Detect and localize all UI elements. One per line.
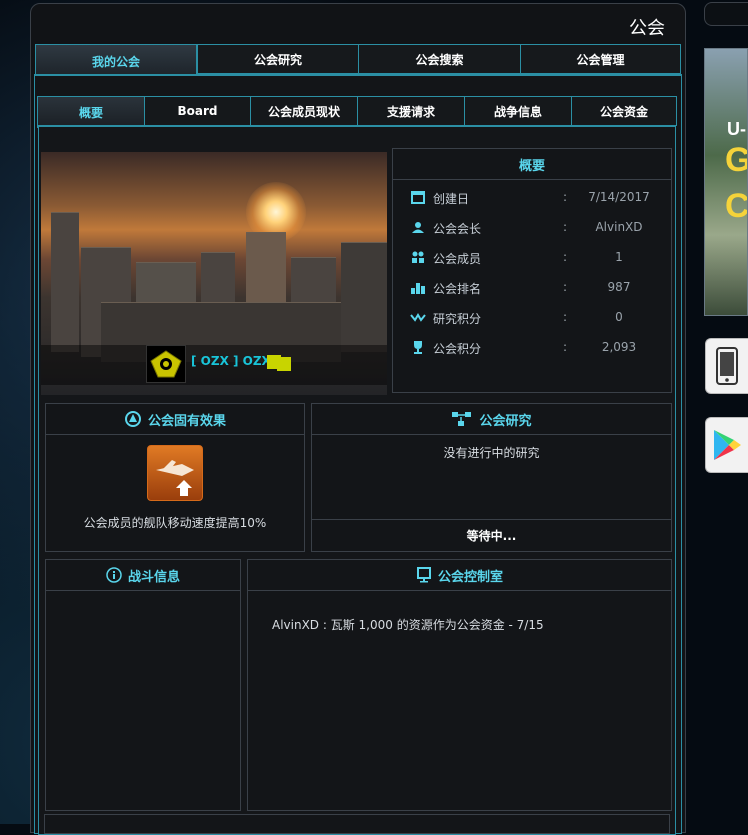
overview-value: 7/14/2017 [588,190,650,204]
overview-value: AlvinXD [595,220,643,234]
calendar-icon [411,191,425,204]
overview-label: 公会排名 [433,282,482,296]
trophy-icon [414,341,422,354]
battle-info-title: 战斗信息 [127,569,180,585]
tab-member-status[interactable]: 公会成员现状 [250,96,358,126]
window-title: 公会 [629,18,665,39]
overview-label: 公会成员 [433,252,482,266]
overview-panel: 概要 创建日 : 7/14/2017 公会会长 : AlvinXD 公会成员 :… [392,148,672,393]
building [341,242,387,352]
control-room-title: 公会控制室 [437,569,503,585]
monitor-icon [416,567,431,583]
tab-guild-funds[interactable]: 公会资金 [571,96,677,126]
guild-research-title: 公会研究 [479,413,532,429]
overview-label: 研究积分 [433,312,482,326]
info-icon [106,567,122,583]
guild-research-header: 公会研究 [312,404,671,435]
banner-text: C [725,187,748,225]
guild-emblem-icon [146,345,186,383]
overview-label: 创建日 [433,192,470,206]
overview-row-guild-points: 公会积分 : 2,093 [393,332,675,362]
overview-separator: : [563,340,568,354]
right-sidebar: U- G C [700,0,748,824]
overview-label: 公会会长 [433,222,482,236]
control-room-panel: 公会控制室 AlvinXD : 瓦斯 1,000 的资源作为公会资金 - 7/1… [247,559,672,811]
google-play-button[interactable] [705,417,748,473]
overview-separator: : [563,280,568,294]
overview-value: 0 [615,310,623,324]
leader-icon [412,222,424,233]
tab-war-info[interactable]: 战争信息 [464,96,572,126]
next-panel-edge [44,814,670,834]
top-tab-bar: 我的公会 公会研究 公会搜索 公会管理 [35,44,681,78]
guild-research-panel: 公会研究 没有进行中的研究 等待中... [311,403,672,552]
sub-tab-bar: 概要 Board 公会成员现状 支援请求 战争信息 公会资金 [37,96,677,128]
mobile-phone-icon [716,347,738,385]
members-icon [412,251,424,263]
research-waiting: 等待中... [312,519,671,551]
app-store-button[interactable] [705,338,748,394]
tab-guild-search[interactable]: 公会搜索 [358,44,521,74]
fleet-speed-boost-icon[interactable] [147,445,203,501]
effects-icon [124,411,141,427]
overview-separator: : [563,220,568,234]
tab-guild-management[interactable]: 公会管理 [520,44,681,74]
tab-overview[interactable]: 概要 [37,96,145,128]
overview-separator: : [563,190,568,204]
control-room-header: 公会控制室 [248,560,671,591]
tab-board[interactable]: Board [144,96,251,126]
promo-banner[interactable]: U- G C [704,48,748,316]
tab-guild-research[interactable]: 公会研究 [197,44,359,74]
overview-label: 公会积分 [433,342,482,356]
guild-effects-title: 公会固有效果 [147,413,226,429]
overview-title: 概要 [393,149,671,180]
overview-row-members: 公会成员 : 1 [393,242,675,272]
google-play-icon [714,430,741,460]
banner-text: U- [727,119,746,139]
battle-info-panel: 战斗信息 [45,559,241,811]
control-log-entry: AlvinXD : 瓦斯 1,000 的资源作为公会资金 - 7/15 [272,618,544,632]
overview-row-ranking: 公会排名 : 987 [393,272,675,302]
guild-effects-header: 公会固有效果 [46,404,304,435]
sidebar-top-tab[interactable] [704,2,748,26]
banner-text: G [725,141,747,180]
overview-row-created: 创建日 : 7/14/2017 [393,182,675,212]
guild-effect-description: 公会成员的舰队移动速度提高10% [83,516,267,530]
research-status: 没有进行中的研究 [443,446,540,460]
overview-value: 1 [615,250,623,264]
tab-my-guild[interactable]: 我的公会 [35,44,197,78]
guild-name: [ OZX ] OZX [191,354,271,368]
research-points-icon [410,313,426,322]
battle-info-header: 战斗信息 [46,560,240,591]
ranking-icon [411,283,425,294]
guild-color-marker [267,355,281,369]
overview-separator: : [563,310,568,324]
overview-row-leader: 公会会长 : AlvinXD [393,212,675,242]
research-tree-icon [452,412,472,426]
guild-window: 公会 我的公会 公会研究 公会搜索 公会管理 概要 Board 公会成员现状 支… [30,3,686,835]
overview-row-research-points: 研究积分 : 0 [393,302,675,332]
building [51,212,79,352]
tab-support-requests[interactable]: 支援请求 [357,96,465,126]
overview-value: 2,093 [601,340,637,354]
overview-value: 987 [607,280,631,294]
overview-separator: : [563,250,568,264]
guild-effects-panel: 公会固有效果 公会成员的舰队移动速度提高10% [45,403,305,552]
